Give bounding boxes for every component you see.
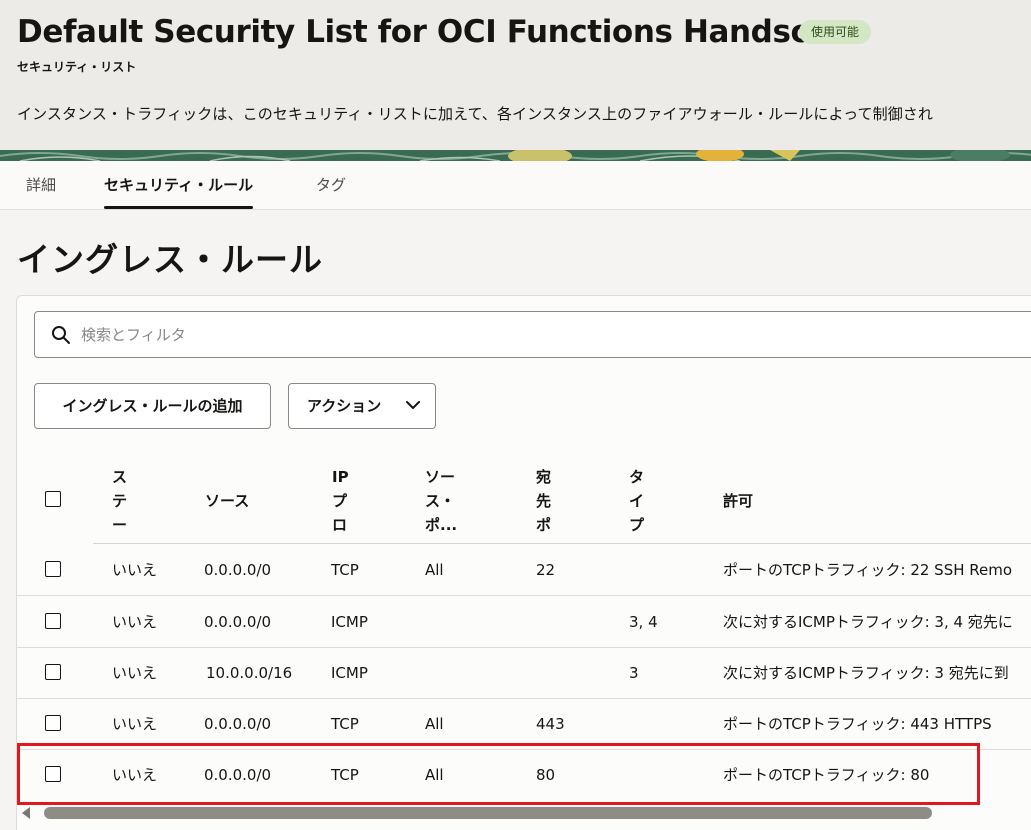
resource-type-label: セキュリティ・リスト	[17, 60, 137, 74]
column-header-source-port[interactable]: ソー ス・ ポ...	[425, 465, 457, 537]
table-row[interactable]: いいえ 10.0.0.0/16 ICMP 3 次に対するICMPトラフィック: …	[17, 647, 1031, 699]
protocol-cell: TCP	[331, 561, 359, 579]
column-header-destination-port[interactable]: 宛 先 ポ	[536, 465, 551, 537]
protocol-cell: ICMP	[331, 664, 368, 682]
source-cell: 0.0.0.0/0	[204, 613, 272, 631]
column-header-ip-protocol[interactable]: IP プ ロ	[332, 465, 349, 537]
status-badge: 使用可能	[799, 20, 872, 44]
column-header-type[interactable]: タ イ プ	[629, 465, 644, 537]
tab-details[interactable]: 詳細	[26, 161, 56, 210]
stateless-cell: いいえ	[112, 613, 158, 631]
stateless-cell: いいえ	[112, 664, 158, 682]
actions-menu-button[interactable]: アクション	[288, 383, 436, 429]
page-header: Default Security List for OCI Functions …	[0, 0, 1031, 150]
horizontal-scrollbar[interactable]	[17, 804, 1031, 822]
dest-port-cell: 22	[536, 561, 556, 579]
table-row[interactable]: いいえ 0.0.0.0/0 TCP All 22 ポートのTCPトラフィック: …	[17, 544, 1031, 596]
stateless-cell: いいえ	[112, 561, 158, 579]
row-checkbox[interactable]	[45, 613, 61, 629]
allows-cell: ポートのTCPトラフィック: 22 SSH Remo	[723, 561, 1013, 579]
search-icon	[52, 326, 70, 344]
type-cell: 3, 4	[629, 613, 658, 631]
page-title: Default Security List for OCI Functions …	[17, 14, 834, 50]
section-title: イングレス・ルール	[17, 240, 323, 279]
allows-cell: 次に対するICMPトラフィック: 3, 4 宛先に	[723, 613, 1013, 631]
search-box	[34, 311, 1031, 358]
column-header-source[interactable]: ソース	[205, 489, 249, 513]
source-port-cell: All	[425, 561, 444, 579]
row-checkbox[interactable]	[45, 561, 61, 577]
tab-security-rules[interactable]: セキュリティ・ルール	[104, 161, 254, 210]
decorative-banner	[0, 150, 1031, 161]
page-description: インスタンス・トラフィックは、このセキュリティ・リストに加えて、各インスタンス上…	[17, 105, 934, 123]
add-ingress-rule-button[interactable]: イングレス・ルールの追加	[34, 383, 271, 429]
search-input[interactable]	[81, 312, 1021, 357]
type-cell: 3	[629, 664, 639, 682]
highlight-box	[17, 743, 980, 805]
source-cell: 0.0.0.0/0	[204, 561, 272, 579]
scrollbar-thumb[interactable]	[44, 807, 932, 819]
source-cell: 10.0.0.0/16	[206, 664, 293, 682]
scroll-left-icon[interactable]	[22, 807, 30, 819]
select-all-checkbox[interactable]	[45, 491, 61, 507]
column-header-stateless[interactable]: ス テ ー	[112, 465, 127, 537]
column-header-allows[interactable]: 許可	[723, 489, 753, 513]
table-row[interactable]: いいえ 0.0.0.0/0 ICMP 3, 4 次に対するICMPトラフィック:…	[17, 596, 1031, 648]
chevron-down-icon	[406, 401, 420, 409]
tab-bar: 詳細 セキュリティ・ルール タグ	[0, 161, 1031, 210]
actions-menu-label: アクション	[307, 397, 382, 415]
protocol-cell: ICMP	[331, 613, 368, 631]
row-checkbox[interactable]	[45, 664, 61, 680]
row-checkbox[interactable]	[45, 715, 61, 731]
tab-tags[interactable]: タグ	[316, 161, 346, 210]
allows-cell: 次に対するICMPトラフィック: 3 宛先に到	[723, 664, 1009, 682]
